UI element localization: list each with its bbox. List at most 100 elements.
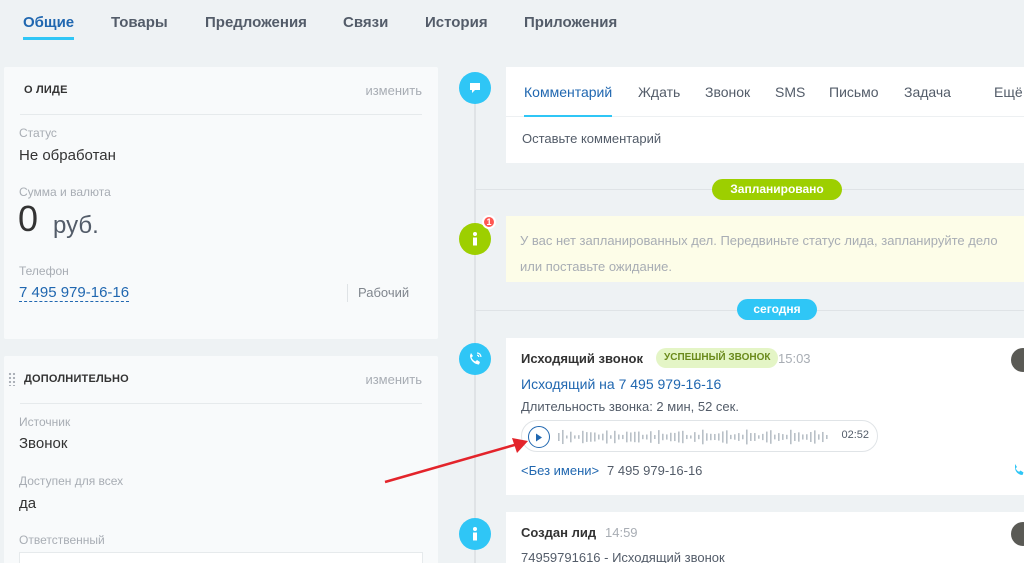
waveform-bar <box>570 431 572 443</box>
event-time: 15:03 <box>778 351 811 366</box>
waveform-bar <box>746 429 748 445</box>
call-status-badge: УСПЕШНЫЙ ЗВОНОК <box>656 348 779 368</box>
drag-handle-icon[interactable] <box>8 372 16 386</box>
waveform-bar <box>594 432 596 442</box>
waveform-bar <box>702 429 704 445</box>
planned-pill: Запланировано <box>712 179 842 200</box>
waveform-bar <box>566 435 568 439</box>
waveform-bar <box>590 432 592 442</box>
audio-player: 02:52 <box>521 420 878 452</box>
event-title: Создан лид <box>521 525 597 540</box>
source-label: Источник <box>19 415 71 429</box>
waveform-bar <box>794 433 796 441</box>
phone-link[interactable]: 7 495 979-16-16 <box>19 284 130 302</box>
comment-icon <box>459 72 491 104</box>
waveform-bar <box>610 435 612 439</box>
waveform-bar <box>766 431 768 443</box>
comment-input[interactable]: Оставьте комментарий <box>522 131 661 146</box>
notification-badge: 1 <box>482 215 496 229</box>
today-pill: сегодня <box>737 299 817 320</box>
edit-lead-info-button[interactable]: изменить <box>365 83 422 98</box>
waveform-bar <box>646 434 648 440</box>
event-time: 14:59 <box>605 525 638 540</box>
event-title: Исходящий звонок <box>521 351 644 366</box>
waveform-bar <box>666 434 668 440</box>
access-value[interactable]: да <box>19 495 36 512</box>
waveform-bar <box>618 434 620 440</box>
waveform-bar <box>674 432 676 442</box>
waveform-bar <box>690 435 692 439</box>
waveform-bar <box>602 433 604 441</box>
waveform-bar <box>626 431 628 443</box>
composer-tab-call[interactable]: Звонок <box>705 84 750 100</box>
waveform-bar <box>670 432 672 442</box>
waveform-bar <box>730 434 732 440</box>
waveform-bar <box>562 429 564 445</box>
waveform-bar <box>722 431 724 443</box>
tab-offers[interactable]: Предложения <box>205 14 307 31</box>
waveform-bar <box>658 430 660 444</box>
waveform-bar <box>822 431 824 443</box>
audio-waveform[interactable] <box>558 428 830 446</box>
composer-tab-task[interactable]: Задача <box>904 84 951 100</box>
tab-links[interactable]: Связи <box>343 14 388 31</box>
waveform-bar <box>654 434 656 440</box>
composer-tab-comment[interactable]: Комментарий <box>524 84 613 117</box>
status-value[interactable]: Не обработан <box>19 147 116 164</box>
waveform-bar <box>682 430 684 444</box>
tab-applications[interactable]: Приложения <box>524 14 617 31</box>
composer-tab-email[interactable]: Письмо <box>829 84 879 100</box>
waveform-bar <box>622 434 624 440</box>
waveform-bar <box>634 431 636 443</box>
waveform-bar <box>774 434 776 440</box>
waveform-bar <box>614 430 616 444</box>
phone-type: Рабочий <box>347 284 409 302</box>
waveform-bar <box>786 434 788 440</box>
waveform-bar <box>586 432 588 442</box>
card-title: ДОПОЛНИТЕЛЬНО <box>24 373 129 385</box>
waveform-bar <box>598 434 600 440</box>
responsible-field[interactable] <box>19 552 423 563</box>
waveform-bar <box>710 433 712 441</box>
waveform-bar <box>754 433 756 441</box>
waveform-bar <box>798 432 800 442</box>
info-icon <box>459 518 491 550</box>
avatar[interactable] <box>1011 522 1024 546</box>
player-duration: 02:52 <box>841 429 869 441</box>
call-back-icon[interactable] <box>1012 462 1024 478</box>
edit-additional-button[interactable]: изменить <box>365 372 422 387</box>
waveform-bar <box>642 434 644 440</box>
waveform-bar <box>818 434 820 440</box>
avatar[interactable] <box>1011 348 1024 372</box>
waveform-bar <box>782 434 784 440</box>
waveform-bar <box>802 434 804 440</box>
waveform-bar <box>714 433 716 441</box>
waveform-bar <box>826 434 828 440</box>
waveform-bar <box>738 433 740 441</box>
waveform-bar <box>678 431 680 443</box>
card-title: О ЛИДЕ <box>24 84 68 96</box>
source-value[interactable]: Звонок <box>19 435 67 452</box>
tab-general[interactable]: Общие <box>23 14 75 40</box>
call-duration: Длительность звонка: 2 мин, 52 сек. <box>521 399 739 414</box>
contact-phone: 7 495 979-16-16 <box>607 463 703 478</box>
tab-products[interactable]: Товары <box>111 14 168 31</box>
waveform-bar <box>638 431 640 443</box>
waveform-bar <box>734 434 736 440</box>
phone-call-icon <box>459 343 491 375</box>
composer-tab-sms[interactable]: SMS <box>775 84 805 100</box>
waveform-bar <box>706 433 708 441</box>
tab-history[interactable]: История <box>425 14 488 31</box>
waveform-bar <box>662 433 664 441</box>
composer-tab-more[interactable]: Ещё <box>994 84 1023 100</box>
card-header: ДОПОЛНИТЕЛЬНО изменить <box>20 356 422 404</box>
event-description: 74959791616 - Исходящий звонок <box>521 550 725 563</box>
notice-text: У вас нет запланированных дел. Передвинь… <box>520 233 998 274</box>
call-direction-link[interactable]: Исходящий на 7 495 979-16-16 <box>521 376 721 392</box>
amount-value[interactable]: 0 <box>18 198 38 240</box>
waveform-bar <box>790 429 792 445</box>
waveform-bar <box>770 430 772 444</box>
waveform-bar <box>698 434 700 440</box>
responsible-label: Ответственный <box>19 533 105 547</box>
composer-tab-wait[interactable]: Ждать <box>638 84 680 100</box>
